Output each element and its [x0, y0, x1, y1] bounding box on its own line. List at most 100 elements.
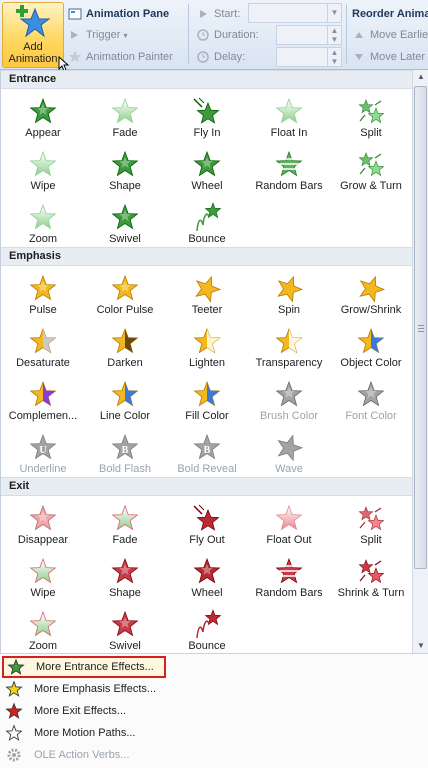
- start-dropdown[interactable]: ▼: [248, 3, 342, 23]
- move-earlier-button[interactable]: Move Earlie: [352, 25, 428, 45]
- effect-label: Appear: [25, 127, 61, 139]
- emphasis-effect-complemen[interactable]: Complemen...: [2, 374, 84, 427]
- scrollbar-thumb[interactable]: [414, 86, 427, 569]
- entrance-effect-wheel[interactable]: Wheel: [166, 144, 248, 197]
- lighten-star-icon: [193, 327, 221, 354]
- exit-effect-shrink-turn[interactable]: Shrink & Turn: [330, 551, 412, 604]
- entrance-effect-grow-turn[interactable]: Grow & Turn: [330, 144, 412, 197]
- add-animation-label-1: Add: [23, 41, 43, 53]
- exit-effect-wheel[interactable]: Wheel: [166, 551, 248, 604]
- chevron-down-icon: ▾: [123, 30, 128, 40]
- add-animation-button[interactable]: Add Animation: [2, 2, 64, 68]
- duration-spinner[interactable]: ▲ ▼: [276, 25, 342, 45]
- exit-effect-bounce[interactable]: Bounce: [166, 604, 248, 653]
- scroll-down-icon[interactable]: ▼: [414, 639, 428, 653]
- swivel-star-icon: [111, 610, 139, 637]
- entrance-effect-appear[interactable]: Appear: [2, 91, 84, 144]
- emphasis-effect-darken[interactable]: Darken: [84, 321, 166, 374]
- effect-label: Object Color: [340, 357, 402, 369]
- exit-effect-wipe[interactable]: Wipe: [2, 551, 84, 604]
- entrance-effect-wipe[interactable]: Wipe: [2, 144, 84, 197]
- menu-item-label: OLE Action Verbs...: [34, 749, 130, 761]
- effect-label: Wipe: [30, 180, 56, 192]
- emphasis-effect-pulse[interactable]: Pulse: [2, 268, 84, 321]
- emphasis-effect-brush-color: Brush Color: [248, 374, 330, 427]
- effect-label: Fill Color: [185, 410, 229, 422]
- animation-painter-icon: [68, 50, 82, 64]
- entrance-effect-split[interactable]: Split: [330, 91, 412, 144]
- grow-shrink-star-icon: [359, 275, 386, 303]
- emphasis-effect-transparency[interactable]: Transparency: [248, 321, 330, 374]
- emphasis-effect-desaturate[interactable]: Desaturate: [2, 321, 84, 374]
- arrow-down-icon: [352, 50, 366, 64]
- wipe-star-icon: [29, 557, 57, 584]
- start-label: Start:: [214, 8, 241, 20]
- entrance-effect-swivel[interactable]: Swivel: [84, 197, 166, 250]
- animations-ribbon: Add Animation Animation Pane Trigger ▾ A…: [0, 0, 428, 72]
- emphasis-effect-object-color[interactable]: Object Color: [330, 321, 412, 374]
- menu-item-more-entrance-effects[interactable]: More Entrance Effects...: [2, 656, 166, 678]
- reorder-label: Reorder Anima: [352, 8, 428, 20]
- brush-color-star-icon: [275, 380, 303, 407]
- gallery-scrollbar[interactable]: ▲ ▼: [412, 70, 428, 653]
- entrance-effect-shape[interactable]: Shape: [84, 144, 166, 197]
- menu-item-more-motion-paths[interactable]: More Motion Paths...: [2, 722, 166, 744]
- chevron-down-icon: ▼: [327, 4, 341, 22]
- delay-row: Delay:: [196, 47, 245, 67]
- exit-effect-fade[interactable]: Fade: [84, 498, 166, 551]
- animation-pane-button[interactable]: Animation Pane: [68, 4, 169, 24]
- effect-label: Fly Out: [189, 534, 225, 546]
- effect-label: Underline: [19, 463, 67, 475]
- delay-spinner[interactable]: ▲ ▼: [276, 47, 342, 67]
- menu-item-more-emphasis-effects[interactable]: More Emphasis Effects...: [2, 678, 166, 700]
- spinner-arrows-icon: ▲ ▼: [327, 26, 341, 44]
- exit-effect-zoom[interactable]: Zoom: [2, 604, 84, 653]
- exit-effect-float-out[interactable]: Float Out: [248, 498, 330, 551]
- entrance-effect-fly-in[interactable]: Fly In: [166, 91, 248, 144]
- font-color-star-icon: [357, 380, 385, 407]
- object-color-star-icon: [357, 327, 385, 354]
- exit-effect-split[interactable]: Split: [330, 498, 412, 551]
- emphasis-effect-grow-shrink[interactable]: Grow/Shrink: [330, 268, 412, 321]
- exit-effect-fly-out[interactable]: Fly Out: [166, 498, 248, 551]
- move-later-button[interactable]: Move Later: [352, 47, 425, 67]
- emphasis-effect-spin[interactable]: Spin: [248, 268, 330, 321]
- menu-item-more-exit-effects[interactable]: More Exit Effects...: [2, 700, 166, 722]
- exit-effect-random-bars[interactable]: Random Bars: [248, 551, 330, 604]
- emphasis-effect-teeter[interactable]: Teeter: [166, 268, 248, 321]
- shrink-turn-star-icon: [358, 559, 385, 584]
- outline-star-icon: [2, 724, 26, 742]
- spin-star-icon: [277, 275, 304, 303]
- trigger-button[interactable]: Trigger ▾: [68, 25, 127, 45]
- disappear-star-icon: [29, 504, 57, 531]
- effect-label: Pulse: [29, 304, 57, 316]
- emphasis-effect-fill-color[interactable]: Fill Color: [166, 374, 248, 427]
- trigger-icon: [68, 28, 82, 42]
- trigger-label: Trigger: [86, 29, 121, 41]
- entrance-effect-fade[interactable]: Fade: [84, 91, 166, 144]
- duration-label: Duration:: [214, 29, 259, 41]
- exit-effect-shape[interactable]: Shape: [84, 551, 166, 604]
- exit-effect-disappear[interactable]: Disappear: [2, 498, 84, 551]
- add-animation-label-2: Animation: [8, 53, 58, 65]
- emphasis-effect-line-color[interactable]: Line Color: [84, 374, 166, 427]
- entrance-effect-bounce[interactable]: Bounce: [166, 197, 248, 250]
- effect-label: Disappear: [17, 534, 69, 546]
- effect-label: Split: [360, 127, 382, 139]
- add-animation-star-icon: [3, 5, 63, 41]
- section-header-exit: Exit: [1, 477, 412, 496]
- bold-reveal-star-icon: B: [193, 433, 221, 460]
- bounce-star-icon: [196, 609, 222, 639]
- emphasis-effect-lighten[interactable]: Lighten: [166, 321, 248, 374]
- exit-effect-swivel[interactable]: Swivel: [84, 604, 166, 653]
- more-effects-menu: More Entrance Effects... More Emphasis Ef…: [0, 653, 428, 768]
- entrance-effect-random-bars[interactable]: Random Bars: [248, 144, 330, 197]
- entrance-effect-float-in[interactable]: Float In: [248, 91, 330, 144]
- effect-label: Float Out: [266, 534, 312, 546]
- effect-label: Grow/Shrink: [340, 304, 402, 316]
- entrance-effect-zoom[interactable]: Zoom: [2, 197, 84, 250]
- animation-gallery: Entrance Appear Fade Fly In Float In Split Wip…: [0, 70, 412, 653]
- animation-painter-button[interactable]: Animation Painter: [68, 47, 173, 67]
- emphasis-effect-color-pulse[interactable]: Color Pulse: [84, 268, 166, 321]
- scroll-up-icon[interactable]: ▲: [414, 70, 428, 84]
